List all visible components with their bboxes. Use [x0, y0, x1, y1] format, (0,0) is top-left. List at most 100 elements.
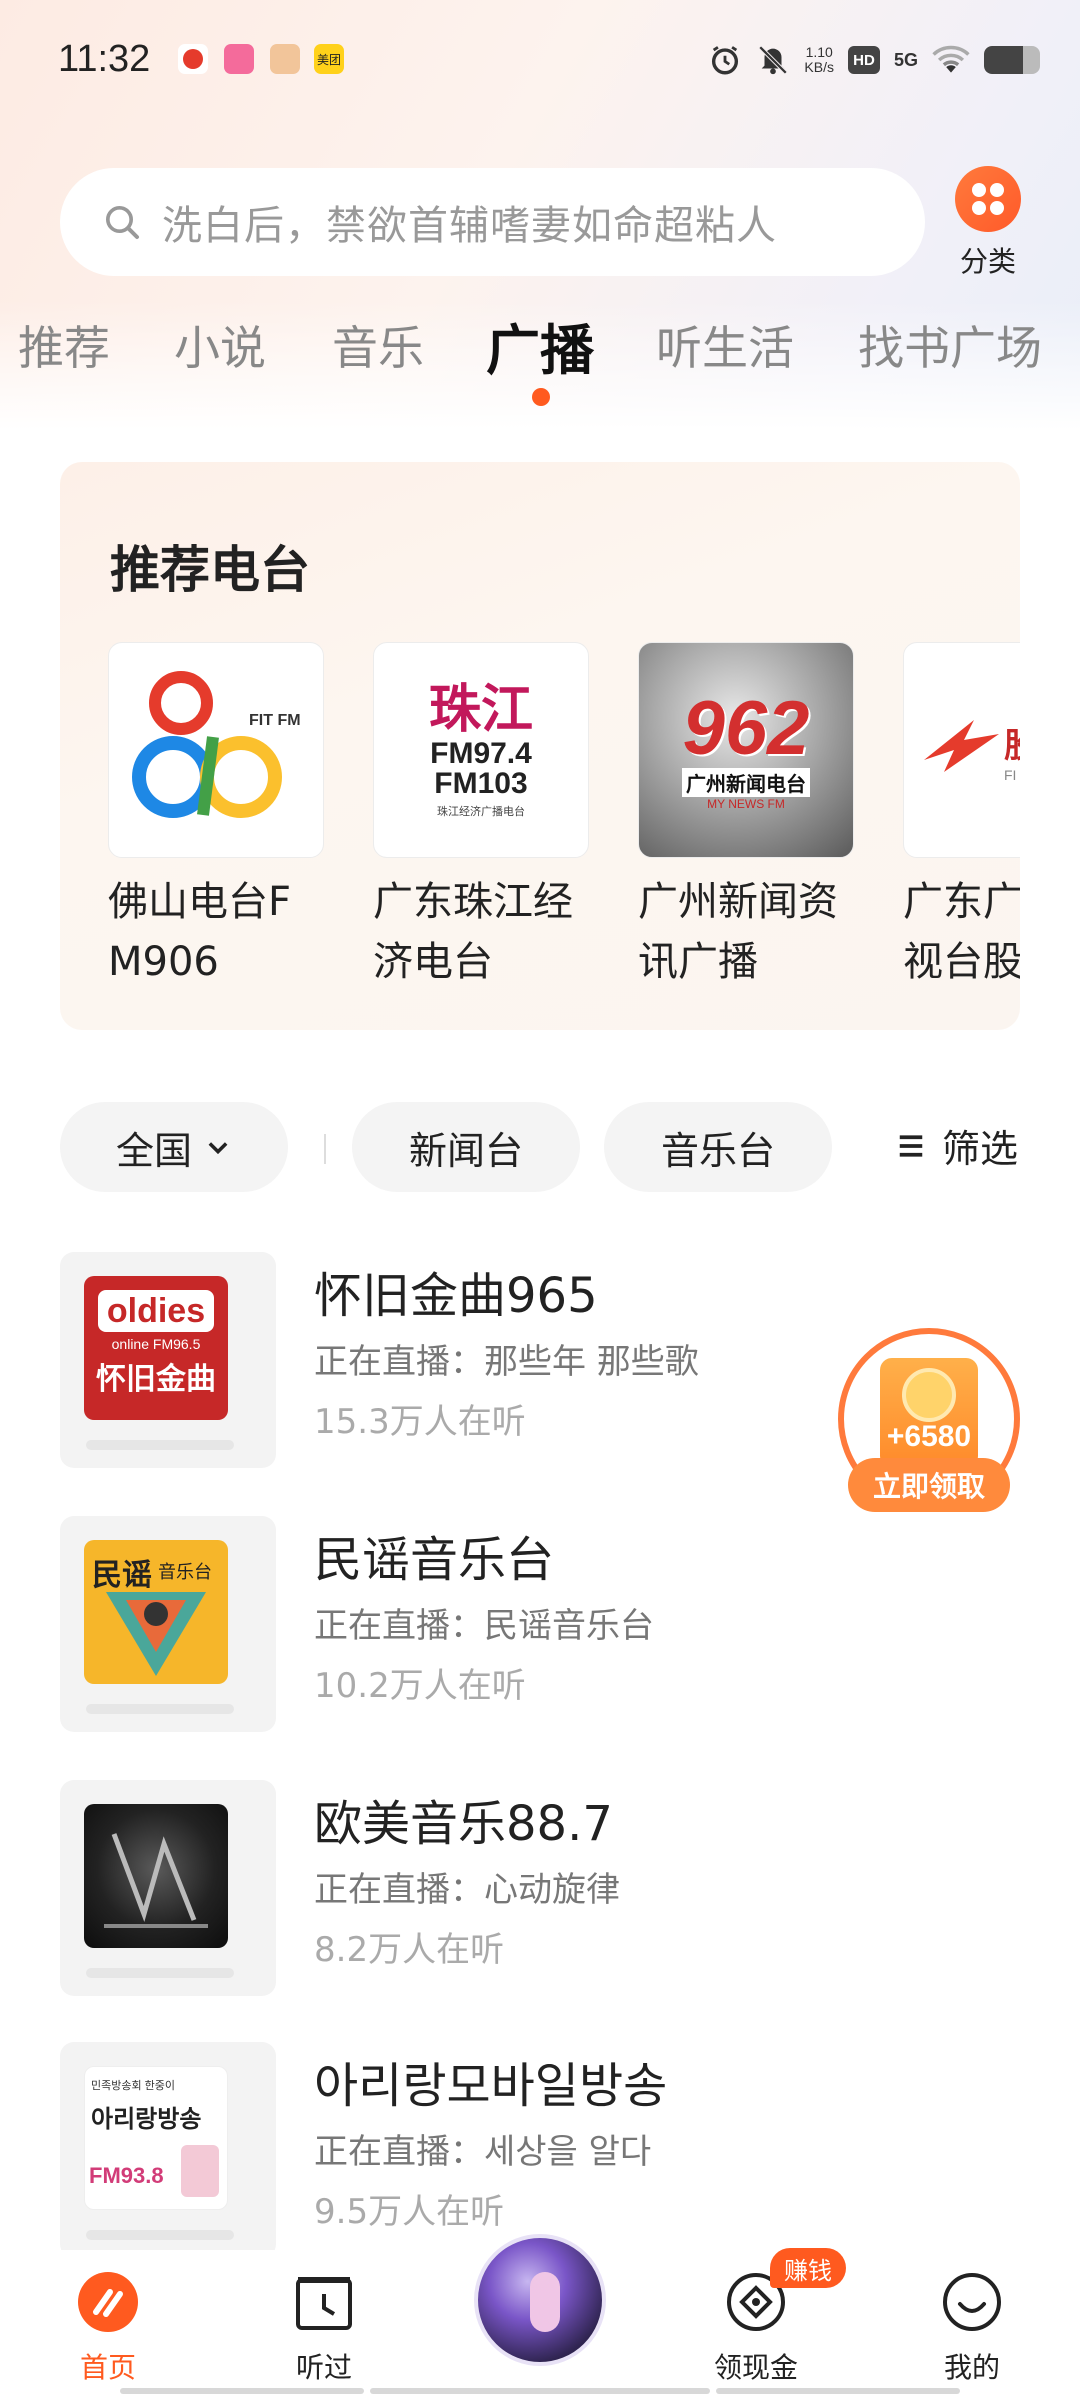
cover-shadow	[86, 1968, 234, 1978]
cover-western-music	[84, 1804, 228, 1948]
logo-text-mynews: MY NEWS FM	[707, 796, 785, 811]
station-title: 怀旧金曲965	[314, 1268, 598, 1324]
logo-text-zhujiang: 珠江	[428, 681, 533, 739]
recommended-title: 推荐电台	[110, 541, 310, 599]
recommended-stations-card: 推荐电台 FIT FM 佛山电台FM906 珠江 FM97.4 FM103 珠江…	[60, 462, 1020, 1030]
logo-text-fm103: FM103	[434, 767, 528, 800]
cover-text-fm938: FM93.8	[89, 2163, 164, 2188]
live-program: 正在直播：那些年 那些歌	[314, 1342, 699, 1382]
top-tabs: 推荐 小说 音乐 广播 听生活 找书广场	[0, 312, 1080, 392]
station-name: 广东珠江经济电台	[373, 879, 573, 985]
cover-text-arirang: 아리랑방송	[91, 2106, 202, 2133]
network-5g-icon: 5G	[893, 49, 918, 70]
cover-text-fm: online FM96.5	[111, 1336, 201, 1352]
cover-oldies: oldies online FM96.5 怀旧金曲	[84, 1276, 228, 1420]
foshan-fm906-logo: FIT FM	[132, 671, 301, 818]
now-playing-cover	[474, 2234, 606, 2366]
mute-icon	[759, 45, 788, 75]
active-tab-indicator	[532, 388, 550, 406]
cover-shadow	[86, 1440, 234, 1450]
hd-icon: HD	[847, 46, 880, 74]
station-name: 广州新闻资讯广播	[638, 879, 838, 985]
bilibili-icon	[224, 44, 254, 74]
mini-player-button[interactable]	[466, 2226, 614, 2374]
net-speed-value: 1.10	[805, 44, 833, 60]
chevron-down-icon	[208, 1142, 228, 1155]
net-speed: 1.10 KB/s	[804, 45, 834, 75]
station-title: 欧美音乐88.7	[314, 1796, 613, 1852]
coin-reward-widget[interactable]: +6580 立即领取	[838, 1328, 1020, 1514]
menu-filter-icon	[899, 1134, 923, 1157]
cover-text-oldies: oldies	[98, 1290, 214, 1332]
station-logo: FIT FM	[108, 642, 324, 858]
gesture-bar	[716, 2388, 960, 2394]
status-time: 11:32	[58, 38, 151, 80]
nav-me-label: 我的	[943, 2351, 1000, 2384]
station-name: 佛山电台FM906	[108, 879, 292, 985]
meituan-icon: 美团	[314, 44, 344, 74]
station-card[interactable]: FIT FM 佛山电台FM906	[108, 642, 324, 992]
cover-text-name: 怀旧金曲	[96, 1363, 216, 1396]
tab-music[interactable]: 音乐	[332, 312, 424, 378]
station-card[interactable]: 962 广州新闻电台 MY NEWS FM 广州新闻资讯广播	[638, 642, 854, 992]
filter-label: 筛选	[942, 1127, 1019, 1171]
tab-novel[interactable]: 小说	[174, 312, 266, 378]
cover-text-header: 민족방송회 한중이	[91, 2080, 176, 2092]
list-item[interactable]: 民谣 音乐台 民谣音乐台 正在直播：民谣音乐台 10.2万人在听	[60, 1516, 1020, 1734]
listener-count: 10.2万人在听	[314, 1666, 526, 1706]
status-bar: 11:32 美团 1.10 KB/s HD 5G	[0, 0, 1080, 120]
region-dropdown[interactable]: 全国	[60, 1102, 288, 1192]
search-input[interactable]: 洗白后，禁欲首辅嗜妻如命超粘人	[60, 168, 925, 276]
station-logo: 珠江 FM97.4 FM103 珠江经济广播电台	[373, 642, 589, 858]
station-name: 广东广播电视台股	[903, 879, 1020, 985]
cover-flower-art	[181, 2145, 219, 2197]
category-icon	[955, 166, 1021, 232]
station-card[interactable]: 股市 FI 广东广播电视台股	[903, 642, 1020, 992]
station-title: 아리랑모바일방송	[314, 2058, 668, 2114]
claim-button[interactable]: 立即领取	[848, 1458, 1010, 1512]
meituan-label: 美团	[316, 52, 341, 67]
nav-earn-cash-label: 领现金	[713, 2351, 798, 2384]
live-program: 正在直播：民谣音乐台	[314, 1606, 654, 1646]
nav-home[interactable]: 首页	[48, 2270, 168, 2386]
logo-text-subtitle: 珠江经济广播电台	[436, 806, 525, 818]
app-notification-icon	[178, 44, 208, 74]
nav-me[interactable]: 我的	[912, 2270, 1032, 2386]
reward-points: +6580	[886, 1420, 972, 1453]
battery-icon	[984, 46, 1040, 74]
chip-news[interactable]: 新闻台	[352, 1102, 580, 1192]
coin-icon	[902, 1368, 956, 1422]
alarm-icon	[712, 46, 739, 75]
cover-folk: 民谣 音乐台	[84, 1540, 228, 1684]
chip-music[interactable]: 音乐台	[604, 1102, 832, 1192]
tab-book-plaza[interactable]: 找书广场	[858, 312, 1042, 378]
profile-smile-icon	[940, 2270, 1004, 2334]
station-logo: 股市 FI	[903, 642, 1020, 858]
tab-broadcast[interactable]: 广播	[486, 306, 594, 385]
category-label: 分类	[959, 245, 1016, 278]
logo-text-962: 962	[682, 685, 810, 771]
listener-count: 15.3万人在听	[314, 1402, 526, 1442]
logo-text-fi: FI	[1004, 766, 1017, 783]
history-icon	[292, 2270, 356, 2334]
western-music-art	[104, 1833, 208, 1928]
listener-count: 8.2万人在听	[314, 1930, 505, 1970]
gesture-bar	[120, 2388, 364, 2394]
logo-text-gz-news: 广州新闻电台	[682, 767, 810, 797]
earn-badge: 赚钱	[770, 2248, 846, 2288]
home-icon	[76, 2270, 140, 2334]
nav-history-label: 听过	[295, 2351, 352, 2384]
tab-life[interactable]: 听生活	[656, 312, 794, 378]
nav-history[interactable]: 听过	[264, 2270, 384, 2386]
search-icon	[106, 206, 139, 239]
filter-divider	[324, 1134, 326, 1164]
game-icon	[270, 44, 300, 74]
tab-recommend[interactable]: 推荐	[18, 312, 110, 378]
list-item[interactable]: 欧美音乐88.7 正在直播：心动旋律 8.2万人在听	[60, 1780, 1020, 1998]
cover-shadow	[86, 1704, 234, 1714]
cover-shadow	[86, 2230, 234, 2240]
filter-button[interactable]: 筛选	[896, 1118, 1018, 1173]
station-card[interactable]: 珠江 FM97.4 FM103 珠江经济广播电台 广东珠江经济电台	[373, 642, 589, 992]
category-button[interactable]: 分类	[950, 166, 1026, 280]
station-logo: 962 广州新闻电台 MY NEWS FM	[638, 642, 854, 858]
